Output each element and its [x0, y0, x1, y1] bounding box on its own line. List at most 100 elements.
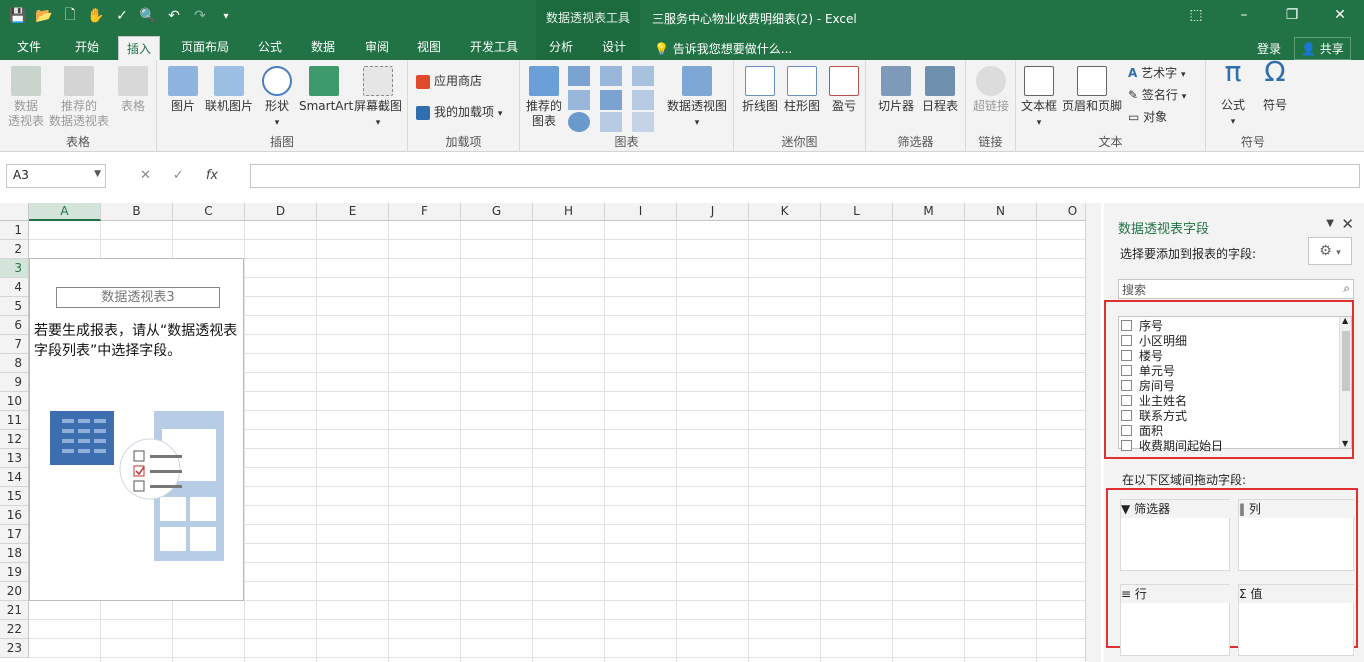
- field-checkbox[interactable]: [1121, 410, 1132, 421]
- row-header[interactable]: 21: [0, 601, 29, 620]
- minimize-icon[interactable]: –: [1220, 0, 1268, 30]
- new-icon[interactable]: 🗋: [60, 6, 80, 26]
- screenshot-button[interactable]: 屏幕截图 ▾: [351, 66, 405, 131]
- column-header[interactable]: D: [245, 203, 317, 221]
- field-checkbox[interactable]: [1121, 320, 1132, 331]
- row-header[interactable]: 10: [0, 392, 29, 411]
- timeline-button[interactable]: 日程表: [918, 66, 962, 114]
- row-header[interactable]: 18: [0, 544, 29, 563]
- table-button[interactable]: 表格: [114, 66, 152, 114]
- column-header[interactable]: C: [173, 203, 245, 221]
- row-header[interactable]: 11: [0, 411, 29, 430]
- field-checkbox[interactable]: [1121, 425, 1132, 436]
- vertical-scrollbar[interactable]: [1085, 203, 1101, 662]
- wordart-button[interactable]: A 艺术字 ▾: [1128, 66, 1204, 83]
- values-area[interactable]: Σ 值: [1238, 584, 1355, 656]
- pivot-table-placeholder[interactable]: 数据透视表3 若要生成报表，请从“数据透视表字段列表”中选择字段。: [29, 258, 244, 601]
- scroll-down-icon[interactable]: ▼: [1342, 439, 1348, 448]
- worksheet-grid[interactable]: 数据透视表3 若要生成报表，请从“数据透视表字段列表”中选择字段。 A B C …: [0, 203, 1085, 662]
- header-footer-button[interactable]: 页眉和页脚: [1060, 66, 1124, 114]
- field-checkbox[interactable]: [1121, 440, 1132, 451]
- row-header[interactable]: 23: [0, 639, 29, 658]
- name-box[interactable]: A3 ▼: [6, 164, 106, 188]
- print-preview-icon[interactable]: 🔍: [138, 6, 158, 26]
- row-header[interactable]: 1: [0, 221, 29, 240]
- field-checkbox[interactable]: [1121, 365, 1132, 376]
- row-header[interactable]: 4: [0, 278, 29, 297]
- enter-icon[interactable]: ✓: [173, 168, 184, 183]
- column-header[interactable]: I: [605, 203, 677, 221]
- textbox-button[interactable]: 文本框 ▾: [1018, 66, 1060, 131]
- tab-developer[interactable]: 开发工具: [470, 38, 518, 55]
- column-header[interactable]: A: [29, 203, 101, 221]
- field-item[interactable]: 单元号: [1121, 363, 1175, 378]
- field-item[interactable]: 小区明细: [1121, 333, 1187, 348]
- open-icon[interactable]: 📂: [34, 6, 54, 26]
- field-search-input[interactable]: 搜索 ⌕: [1118, 279, 1354, 299]
- field-item[interactable]: 房间号: [1121, 378, 1175, 393]
- restore-icon[interactable]: ❐: [1268, 0, 1316, 30]
- shapes-button[interactable]: 形状 ▾: [257, 66, 297, 131]
- column-header[interactable]: L: [821, 203, 893, 221]
- scroll-up-icon[interactable]: ▲: [1342, 316, 1348, 325]
- sparkline-line-button[interactable]: 折线图: [740, 66, 780, 114]
- field-item[interactable]: 联系方式: [1121, 408, 1187, 423]
- column-header[interactable]: M: [893, 203, 965, 221]
- field-item[interactable]: 业主姓名: [1121, 393, 1187, 408]
- row-header[interactable]: 2: [0, 240, 29, 259]
- statistic-chart-icon[interactable]: [600, 90, 622, 110]
- chevron-down-icon[interactable]: ▼: [94, 169, 101, 179]
- picture-button[interactable]: 图片: [165, 66, 201, 114]
- row-header[interactable]: 5: [0, 297, 29, 316]
- scrollbar-thumb[interactable]: [1342, 331, 1350, 391]
- recommended-pivot-button[interactable]: 推荐的 数据透视表: [46, 66, 112, 129]
- object-button[interactable]: ▭ 对象: [1128, 110, 1204, 125]
- smartart-button[interactable]: SmartArt: [299, 66, 353, 114]
- share-button[interactable]: 👤 共享: [1294, 37, 1351, 60]
- slicer-button[interactable]: 切片器: [874, 66, 918, 114]
- row-header[interactable]: 14: [0, 468, 29, 487]
- row-header[interactable]: 12: [0, 430, 29, 449]
- tell-me-search[interactable]: 💡 告诉我您想要做什么...: [654, 40, 792, 57]
- redo-icon[interactable]: ↷: [190, 6, 210, 26]
- pivot-chart-button[interactable]: 数据透视图 ▾: [664, 66, 730, 131]
- hyperlink-button[interactable]: 超链接: [969, 66, 1013, 114]
- tab-review[interactable]: 审阅: [365, 38, 389, 55]
- tab-data[interactable]: 数据: [311, 38, 335, 55]
- tab-file[interactable]: 文件: [17, 38, 41, 55]
- store-button[interactable]: 应用商店: [416, 74, 482, 89]
- my-addins-button[interactable]: 我的加载项 ▾: [416, 105, 520, 122]
- row-header[interactable]: 13: [0, 449, 29, 468]
- close-icon[interactable]: ✕: [1316, 0, 1364, 30]
- radar-chart-icon[interactable]: [632, 112, 654, 132]
- touch-mode-icon[interactable]: ✋: [86, 6, 106, 26]
- field-item[interactable]: 序号: [1121, 318, 1163, 333]
- row-header[interactable]: 22: [0, 620, 29, 639]
- tab-page-layout[interactable]: 页面布局: [181, 38, 229, 55]
- save-icon[interactable]: 💾: [8, 6, 28, 26]
- row-header[interactable]: 16: [0, 506, 29, 525]
- column-chart-icon[interactable]: [568, 66, 590, 86]
- spelling-icon[interactable]: ✓: [112, 6, 132, 26]
- field-checkbox[interactable]: [1121, 350, 1132, 361]
- pie-chart-icon[interactable]: [568, 112, 590, 132]
- column-header[interactable]: H: [533, 203, 605, 221]
- row-header[interactable]: 19: [0, 563, 29, 582]
- rows-area[interactable]: ≡ 行: [1120, 584, 1231, 656]
- row-header[interactable]: 17: [0, 525, 29, 544]
- row-header[interactable]: 15: [0, 487, 29, 506]
- scatter-chart-icon[interactable]: [600, 112, 622, 132]
- customize-qat-icon[interactable]: ▾: [216, 6, 236, 26]
- cancel-icon[interactable]: ✕: [140, 168, 151, 183]
- column-header[interactable]: E: [317, 203, 389, 221]
- row-header[interactable]: 6: [0, 316, 29, 335]
- field-checkbox[interactable]: [1121, 335, 1132, 346]
- online-picture-button[interactable]: 联机图片: [203, 66, 255, 114]
- hierarchy-chart-icon[interactable]: [600, 66, 622, 86]
- tab-formulas[interactable]: 公式: [258, 38, 282, 55]
- column-header[interactable]: N: [965, 203, 1037, 221]
- symbol-button[interactable]: Ω 符号: [1256, 58, 1294, 113]
- formula-input[interactable]: [250, 164, 1360, 188]
- field-item[interactable]: 面积: [1121, 423, 1163, 438]
- field-list-scrollbar[interactable]: ▲ ▼: [1339, 316, 1351, 448]
